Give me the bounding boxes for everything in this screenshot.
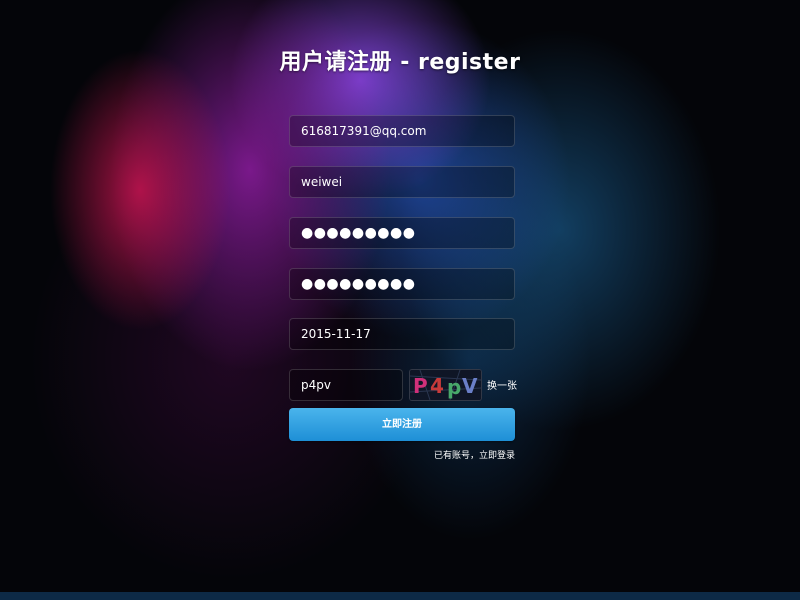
password-field[interactable]: ●●●●●●●●● [289, 217, 515, 249]
captcha-input[interactable]: p4pv [289, 369, 403, 401]
captcha-char-2: 4 [430, 374, 444, 398]
captcha-image[interactable]: P 4 p V [409, 369, 482, 401]
captcha-char-4: V [462, 374, 478, 398]
refresh-captcha-link[interactable]: 换一张 [487, 377, 517, 392]
login-link[interactable]: 已有账号，立即登录 [289, 448, 515, 461]
captcha-graphic: P 4 p V [410, 370, 481, 400]
register-button[interactable]: 立即注册 [289, 408, 515, 441]
bottom-bar [0, 592, 800, 600]
page-title: 用户请注册 - register [279, 50, 521, 75]
email-field[interactable]: 616817391@qq.com [289, 115, 515, 147]
background [0, 0, 800, 600]
date-field[interactable]: 2015-11-17 [289, 318, 515, 350]
username-field[interactable]: weiwei [289, 166, 515, 198]
captcha-char-3: p [447, 375, 461, 399]
confirm-password-field[interactable]: ●●●●●●●●● [289, 268, 515, 300]
captcha-char-1: P [413, 374, 428, 398]
